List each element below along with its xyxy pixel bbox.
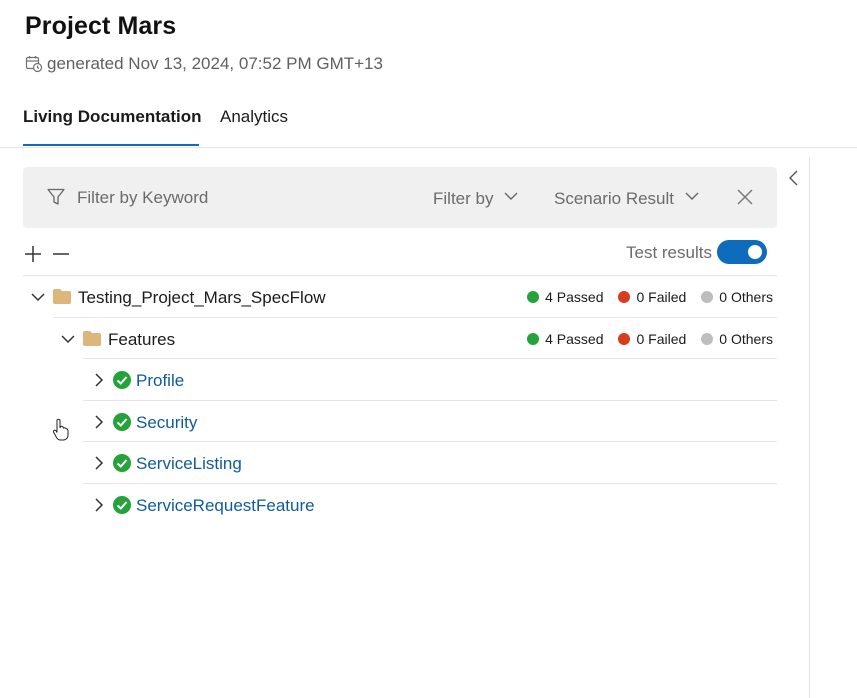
passed-stat: 4 Passed	[527, 289, 603, 305]
others-dot-icon	[701, 333, 714, 345]
test-results-toggle[interactable]	[717, 240, 767, 264]
chevron-down-icon[interactable]	[30, 289, 46, 310]
chevron-right-icon[interactable]	[91, 414, 107, 435]
others-stat: 0 Others	[701, 331, 773, 347]
panel-divider	[809, 157, 810, 698]
tree-row-feature[interactable]: ServiceRequestFeature	[83, 483, 777, 525]
tab-bar: Living Documentation Analytics	[0, 100, 857, 148]
tree-row-feature[interactable]: Profile	[83, 358, 777, 400]
passed-dot-icon	[527, 333, 540, 345]
test-results-label: Test results	[626, 243, 712, 262]
keyword-filter-input[interactable]: Filter by Keyword	[77, 188, 208, 208]
tree-row-feature[interactable]: Security	[83, 400, 777, 442]
failed-stat: 0 Failed	[618, 289, 686, 305]
chevron-right-icon[interactable]	[91, 497, 107, 518]
tree-features-label: Features	[108, 330, 176, 349]
tree-row-features[interactable]: Features 4 Passed 0 Failed 0 Others	[53, 317, 777, 359]
tree-row-feature[interactable]: ServiceListing	[83, 441, 777, 483]
feature-link[interactable]: ServiceListing	[136, 454, 242, 474]
root-stats: 4 Passed 0 Failed 0 Others	[527, 289, 773, 305]
passed-count: 4 Passed	[545, 331, 604, 347]
generated-info: generated Nov 13, 2024, 07:52 PM GMT+13	[25, 54, 383, 74]
filter-icon	[46, 187, 66, 212]
chevron-right-icon[interactable]	[91, 455, 107, 476]
tab-living-documentation[interactable]: Living Documentation	[23, 107, 202, 127]
chevron-right-icon[interactable]	[91, 372, 107, 393]
expand-all-plus-icon[interactable]	[23, 244, 43, 269]
failed-count: 0 Failed	[636, 289, 687, 305]
others-count: 0 Others	[719, 289, 773, 305]
clear-filter-close-icon[interactable]	[736, 188, 754, 211]
passed-stat: 4 Passed	[527, 331, 603, 347]
collapse-all-minus-icon[interactable]	[51, 244, 71, 269]
scenario-result-label: Scenario Result	[554, 188, 675, 208]
chevron-down-icon	[684, 188, 700, 209]
passed-check-icon	[113, 413, 131, 436]
folder-icon	[53, 289, 71, 309]
others-count: 0 Others	[719, 331, 773, 347]
feature-link[interactable]: Profile	[136, 371, 184, 391]
chevron-down-icon	[503, 188, 519, 209]
passed-count: 4 Passed	[545, 289, 604, 305]
calendar-clock-icon	[25, 55, 43, 73]
passed-check-icon	[113, 454, 131, 477]
scenario-result-dropdown[interactable]: Scenario Result	[554, 188, 700, 209]
failed-count: 0 Failed	[636, 331, 687, 347]
failed-dot-icon	[618, 333, 631, 345]
passed-check-icon	[113, 371, 131, 394]
passed-check-icon	[113, 496, 131, 519]
feature-link[interactable]: ServiceRequestFeature	[136, 496, 315, 516]
active-tab-indicator	[23, 144, 199, 146]
page-title: Project Mars	[25, 12, 177, 40]
chevron-left-icon[interactable]	[787, 169, 799, 192]
failed-dot-icon	[618, 291, 631, 303]
chevron-down-icon[interactable]	[60, 331, 76, 352]
expand-collapse-controls	[23, 244, 71, 269]
filter-by-label: Filter by	[433, 188, 494, 208]
tree-row-root[interactable]: Testing_Project_Mars_SpecFlow 4 Passed 0…	[23, 275, 777, 317]
filter-bar: Filter by Keyword Filter by Scenario Res…	[23, 167, 777, 228]
toggle-knob	[748, 245, 762, 259]
others-stat: 0 Others	[701, 289, 773, 305]
filter-by-dropdown[interactable]: Filter by	[433, 188, 519, 209]
folder-icon	[83, 331, 101, 351]
failed-stat: 0 Failed	[618, 331, 686, 347]
hand-pointer-cursor-icon	[52, 418, 70, 447]
feature-link[interactable]: Security	[136, 413, 197, 433]
generated-text: generated Nov 13, 2024, 07:52 PM GMT+13	[47, 54, 383, 73]
tree-root-label: Testing_Project_Mars_SpecFlow	[78, 288, 326, 307]
passed-dot-icon	[527, 291, 540, 303]
others-dot-icon	[701, 291, 714, 303]
features-stats: 4 Passed 0 Failed 0 Others	[527, 331, 773, 347]
tab-analytics[interactable]: Analytics	[220, 107, 288, 127]
